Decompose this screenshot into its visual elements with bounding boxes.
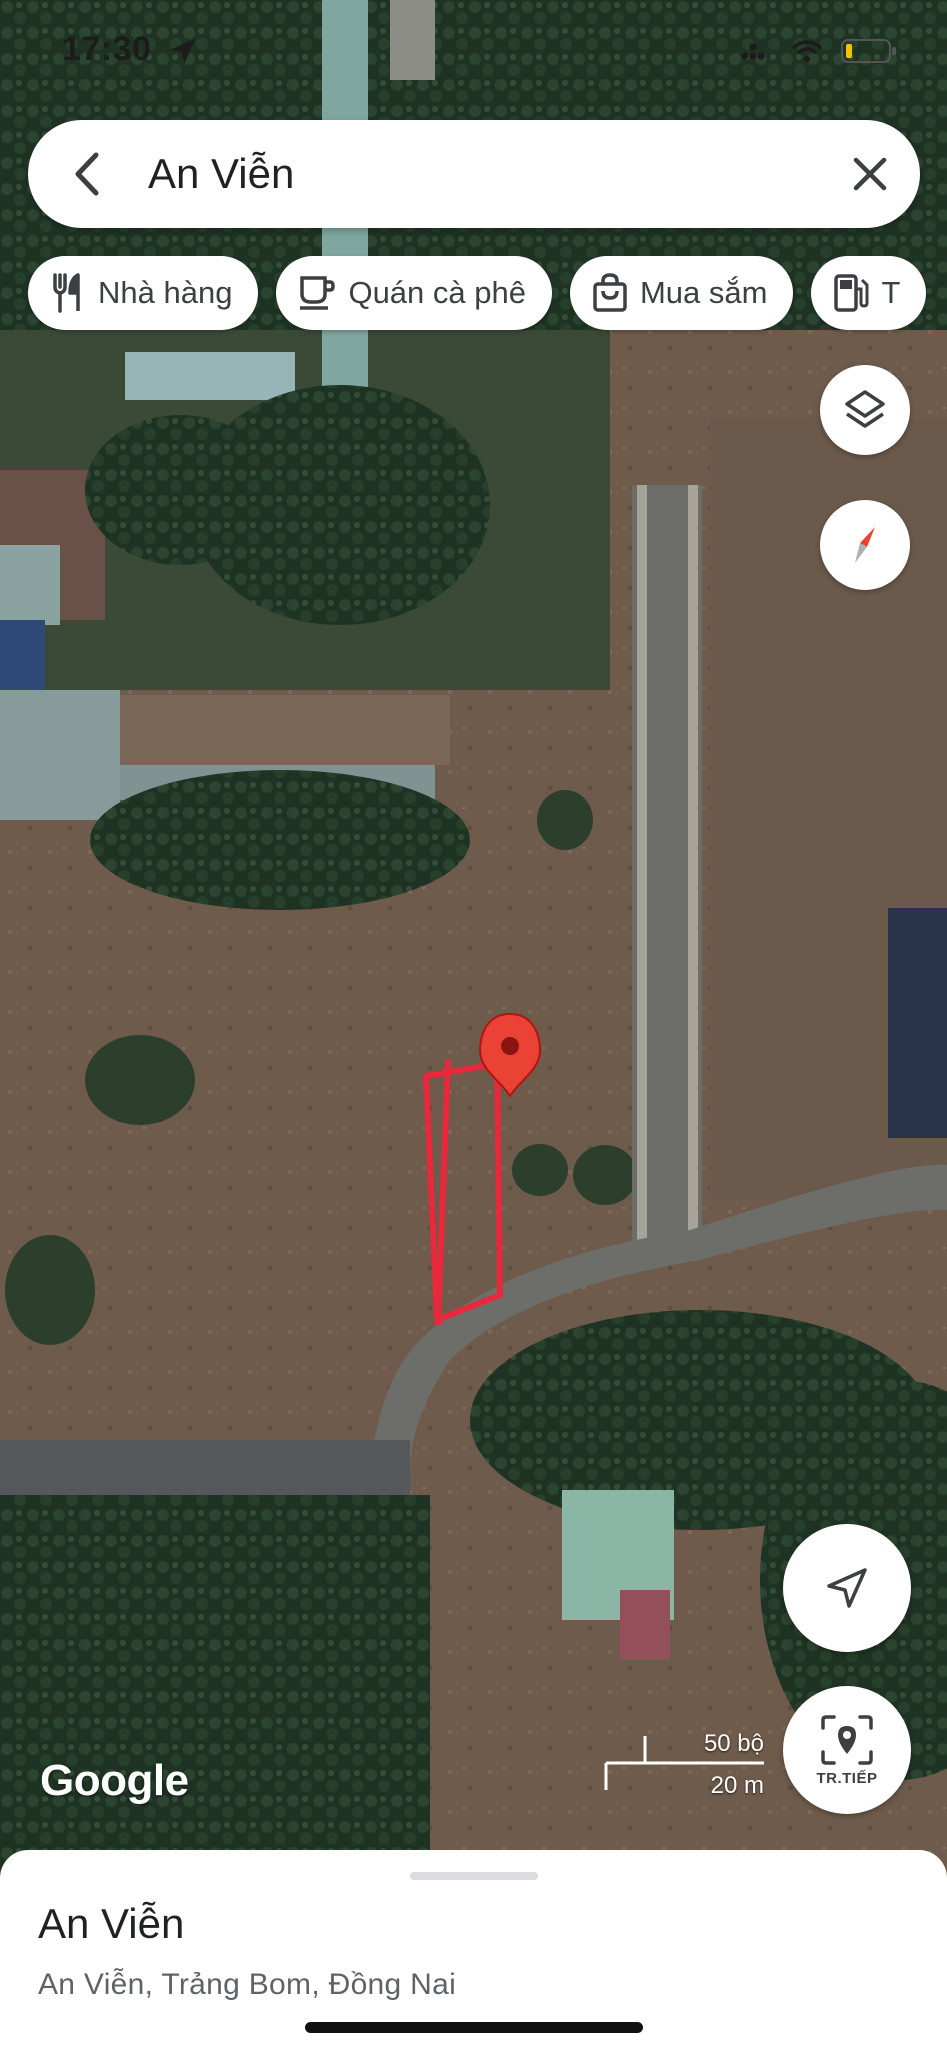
home-indicator [305, 2022, 643, 2033]
place-bottom-sheet[interactable]: An Viễn An Viễn, Trảng Bom, Đồng Nai [0, 1850, 947, 2048]
chip-label: T [881, 275, 901, 310]
close-icon [853, 157, 887, 191]
compass-button[interactable] [820, 500, 910, 590]
navigation-arrow-icon [827, 1568, 867, 1608]
search-query-text[interactable]: An Viễn [148, 150, 820, 198]
nearby-button-label: TR.TIẾP [816, 1769, 878, 1787]
clear-search-button[interactable] [820, 120, 920, 228]
shopping-bag-icon [593, 273, 627, 312]
chip-label: Quán cà phê [348, 275, 526, 310]
scan-location-icon [821, 1714, 873, 1765]
search-bar[interactable]: An Viễn [28, 120, 920, 228]
scale-imperial-label: 50 bộ [703, 1730, 764, 1757]
signal-icon [741, 43, 765, 60]
back-button[interactable] [42, 120, 132, 228]
status-time: 17:30 [62, 30, 152, 68]
category-chips: Nhà hàng Quán cà phê Mua sắm T [28, 256, 927, 330]
place-address: An Viễn, Trảng Bom, Đồng Nai [38, 1968, 457, 2001]
chip-label: Nhà hàng [98, 275, 233, 310]
battery-icon [841, 39, 896, 63]
google-logo: Google [40, 1756, 189, 1805]
chip-coffee[interactable]: Quán cà phê [276, 256, 552, 330]
chip-gas[interactable]: T [811, 256, 927, 330]
back-arrow-icon [75, 152, 99, 196]
map-scale: 50 bộ 20 m [604, 1730, 764, 1800]
location-arrow-icon [170, 38, 196, 64]
restaurant-icon [53, 273, 80, 313]
compass-icon [855, 527, 875, 563]
chip-restaurants[interactable]: Nhà hàng [28, 256, 259, 330]
coffee-icon [300, 276, 336, 310]
scale-metric-label: 20 m [710, 1772, 764, 1799]
place-title: An Viễn [38, 1900, 185, 1947]
explore-nearby-button[interactable]: TR.TIẾP [783, 1686, 911, 1814]
chip-label: Mua sắm [639, 275, 768, 310]
my-location-button[interactable] [783, 1524, 911, 1652]
layers-button[interactable] [820, 365, 910, 455]
status-bar: 17:30 [0, 0, 947, 100]
drag-handle[interactable] [410, 1872, 538, 1880]
wifi-icon [791, 40, 823, 62]
gas-station-icon [834, 274, 869, 312]
chip-shopping[interactable]: Mua sắm [569, 256, 794, 330]
layers-icon [845, 390, 885, 428]
